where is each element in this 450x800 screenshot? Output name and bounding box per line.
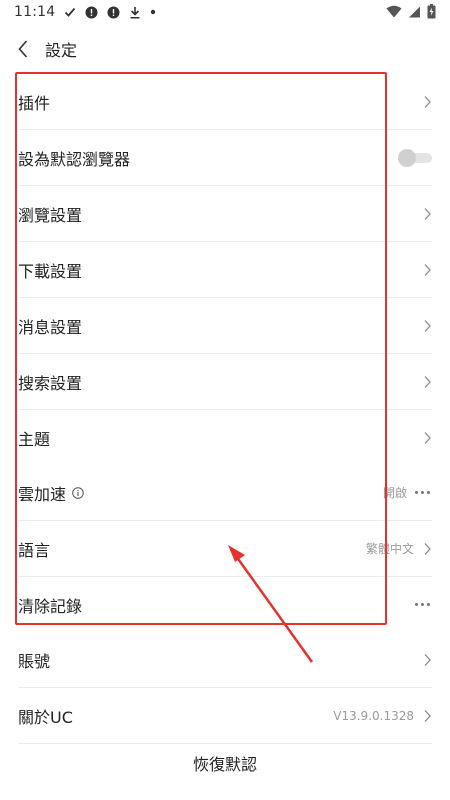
settings-item-label: 插件 [18,93,51,113]
dot-icon [150,9,156,15]
settings-item-clear-history[interactable]: 清除記錄 [18,577,432,632]
settings-item-value: 繁體中文 [365,542,414,556]
info-icon[interactable] [72,486,84,499]
settings-item-cloud-acceleration[interactable]: 雲加速 開啟 [18,465,432,521]
settings-item-plugins[interactable]: 插件 [18,74,432,130]
chevron-right-icon [422,319,432,333]
settings-item-label: 下載設置 [18,261,83,281]
wifi-icon [386,5,402,18]
restore-defaults-button[interactable]: 恢復默認 [0,737,450,789]
settings-item-label: 消息設置 [18,317,83,337]
settings-item-value: 開啟 [382,486,407,500]
chevron-right-icon [422,653,432,667]
settings-item-default-browser[interactable]: 設為默認瀏覽器 [18,130,432,186]
settings-item-label: 語言 [18,540,51,560]
download-icon [129,6,141,19]
settings-item-label: 主題 [18,429,51,449]
chevron-left-icon [18,40,28,58]
chevron-right-icon [422,542,432,556]
settings-item-label: 關於UC [18,707,73,727]
title-bar: 設定 [0,24,450,74]
settings-item-browse-settings[interactable]: 瀏覽設置 [18,186,432,242]
settings-item-label: 瀏覽設置 [18,205,83,225]
settings-item-label: 賬號 [18,651,51,671]
settings-item-label: 清除記錄 [18,596,83,616]
default-browser-toggle[interactable] [398,148,432,167]
settings-item-account[interactable]: 賬號 [18,632,432,688]
settings-item-value: V13.9.0.1328 [333,708,414,723]
status-bar: 11:14 [0,0,450,24]
signal-icon [408,5,421,18]
page-title: 設定 [45,41,78,60]
settings-item-label: 雲加速 [18,484,67,504]
chevron-right-icon [422,431,432,445]
alert-circle-icon [107,6,120,19]
settings-item-language[interactable]: 語言 繁體中文 [18,521,432,577]
settings-item-label: 設為默認瀏覽器 [18,149,131,169]
more-icon[interactable] [415,603,430,606]
settings-item-search-settings[interactable]: 搜索設置 [18,354,432,410]
status-time: 11:14 [14,4,56,20]
settings-item-message-settings[interactable]: 消息設置 [18,298,432,354]
toggle-knob [398,148,416,167]
check-icon [64,6,76,18]
alert-circle-icon [85,6,98,19]
chevron-right-icon [422,709,432,723]
settings-item-theme[interactable]: 主題 [18,410,432,465]
settings-item-about[interactable]: 關於UC V13.9.0.1328 [18,688,432,744]
status-system-icons [386,4,436,19]
more-icon[interactable] [415,491,430,494]
chevron-right-icon [422,95,432,109]
status-notification-icons [64,6,156,19]
chevron-right-icon [422,207,432,221]
chevron-right-icon [422,375,432,389]
settings-item-label: 搜索設置 [18,373,83,393]
battery-icon [427,4,436,19]
settings-item-download-settings[interactable]: 下載設置 [18,242,432,298]
settings-list: 插件 設為默認瀏覽器 瀏覽設置 下載設置 消息設置 搜索設置 主題 雲加速 開啟… [0,74,450,744]
chevron-right-icon [422,263,432,277]
back-button[interactable] [12,24,34,74]
